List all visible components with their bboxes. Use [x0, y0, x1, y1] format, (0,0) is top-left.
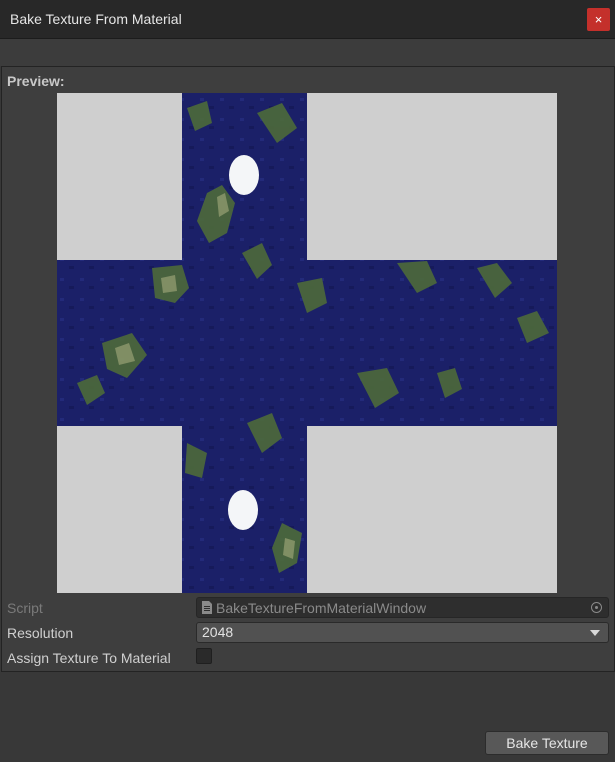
chevron-down-icon	[590, 630, 600, 636]
resolution-label: Resolution	[7, 625, 74, 641]
preview-label: Preview:	[7, 73, 65, 89]
object-picker-icon	[591, 602, 602, 613]
script-file-icon	[202, 601, 212, 614]
resolution-row: Resolution 2048	[2, 622, 614, 644]
toolbar-strip	[0, 39, 615, 66]
close-icon: ×	[594, 12, 603, 27]
resolution-value: 2048	[202, 624, 234, 640]
bake-texture-button[interactable]: Bake Texture	[485, 731, 609, 755]
script-row: Script BakeTextureFromMaterialWindow	[2, 597, 614, 619]
window-titlebar: Bake Texture From Material ×	[0, 0, 615, 39]
resolution-dropdown[interactable]: 2048	[196, 622, 609, 643]
script-value: BakeTextureFromMaterialWindow	[216, 600, 427, 616]
close-button[interactable]: ×	[587, 8, 610, 31]
assign-texture-row: Assign Texture To Material	[2, 647, 614, 669]
cubemap-preview-image	[57, 93, 557, 593]
script-label: Script	[7, 600, 43, 616]
inspector-panel: Preview: Script BakeTextureFromMaterialW…	[1, 66, 615, 672]
window-title: Bake Texture From Material	[10, 11, 182, 27]
texture-preview	[57, 93, 557, 593]
assign-texture-label: Assign Texture To Material	[7, 650, 171, 666]
script-field: BakeTextureFromMaterialWindow	[196, 597, 609, 618]
assign-texture-checkbox[interactable]	[196, 648, 212, 664]
